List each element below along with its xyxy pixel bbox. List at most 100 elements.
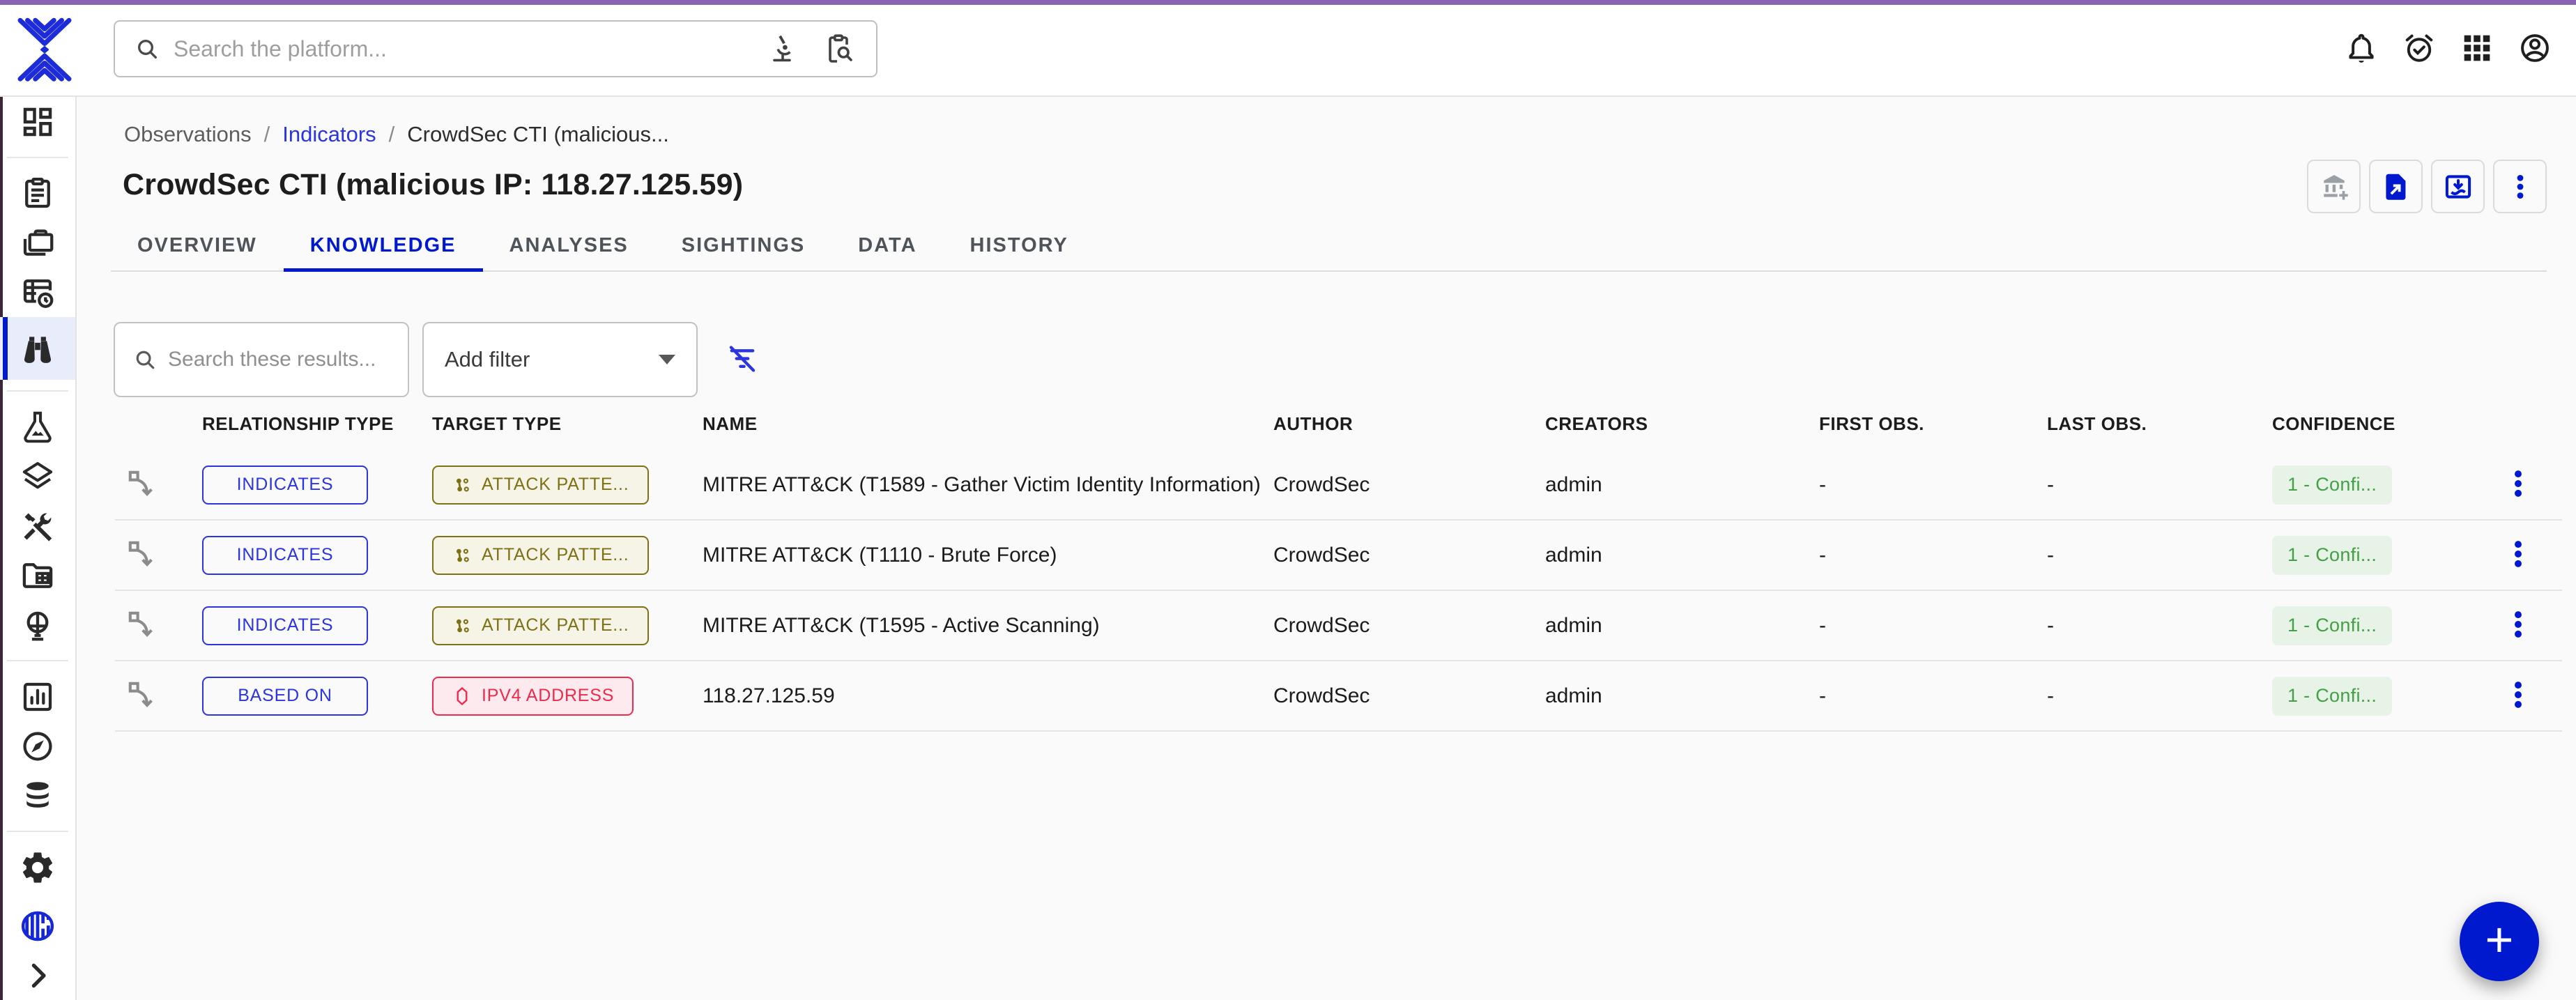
- tab-sightings[interactable]: SIGHTINGS: [655, 220, 832, 270]
- notifications-bell-icon[interactable]: [2344, 31, 2379, 66]
- row-last-obs: -: [2047, 544, 2272, 567]
- relationship-link-icon: [125, 537, 161, 574]
- breadcrumb-observations[interactable]: Observations: [124, 122, 252, 147]
- sidebar-item-data[interactable]: [0, 771, 75, 820]
- attack-pattern-icon: [452, 545, 473, 566]
- create-relationship-fab[interactable]: +: [2460, 902, 2539, 981]
- compass-icon: [19, 728, 56, 765]
- row-first-obs: -: [1819, 684, 2047, 708]
- kebab-menu-icon: [2504, 171, 2536, 203]
- sidebar-item-entities[interactable]: [0, 551, 75, 600]
- sidebar-item-investigations[interactable]: [0, 721, 75, 771]
- sidebar-item-threats[interactable]: [0, 402, 75, 452]
- sidebar-divider: [7, 660, 68, 661]
- row-author: CrowdSec: [1273, 473, 1545, 497]
- triggers-alarm-icon[interactable]: [2402, 31, 2437, 66]
- sidebar-item-settings[interactable]: [0, 843, 75, 892]
- sidebar-item-filigran-logo[interactable]: [0, 901, 75, 951]
- left-sidebar: [0, 97, 77, 1000]
- row-author: CrowdSec: [1273, 544, 1545, 567]
- tab-overview[interactable]: OVERVIEW: [111, 220, 284, 270]
- account-profile-icon[interactable]: [2517, 31, 2552, 66]
- relationship-type-chip: INDICATES: [202, 536, 368, 575]
- results-search-box: [114, 322, 409, 397]
- column-header-target-type[interactable]: TARGET TYPE: [432, 413, 703, 435]
- breadcrumb-current: CrowdSec CTI (malicious...: [407, 122, 669, 147]
- column-header-name[interactable]: NAME: [703, 413, 1273, 435]
- row-creators: admin: [1545, 614, 1819, 638]
- chevron-right-icon: [19, 957, 56, 994]
- sidebar-item-events[interactable]: [0, 268, 75, 317]
- row-name: 118.27.125.59: [703, 684, 1273, 708]
- sidebar-collapse-chevron[interactable]: [0, 951, 75, 1000]
- column-header-first-obs[interactable]: FIRST OBS.: [1819, 413, 2047, 435]
- global-search-input[interactable]: [174, 36, 765, 62]
- add-filter-select[interactable]: Add filter: [422, 322, 698, 397]
- global-search-bar: [114, 20, 877, 77]
- sidebar-item-analyses[interactable]: [0, 169, 75, 218]
- tab-history[interactable]: HISTORY: [944, 220, 1095, 270]
- opencti-logo[interactable]: [15, 17, 74, 82]
- row-first-obs: -: [1819, 614, 2047, 638]
- filter-off-icon: [724, 341, 760, 377]
- sidebar-item-arsenal[interactable]: [0, 452, 75, 501]
- column-header-author[interactable]: AUTHOR: [1273, 413, 1545, 435]
- row-first-obs: -: [1819, 473, 2047, 497]
- breadcrumb-indicators[interactable]: Indicators: [282, 122, 376, 147]
- ipv4-icon: [452, 686, 473, 707]
- confidence-chip: 1 - Confi...: [2272, 466, 2392, 505]
- row-more-options-button[interactable]: [2497, 598, 2539, 654]
- topbar: [0, 0, 2576, 97]
- briefcase-icon: [19, 224, 56, 262]
- globe-icon: [19, 606, 56, 644]
- export-button[interactable]: [2369, 160, 2423, 213]
- folder-table-icon: [19, 557, 56, 594]
- sidebar-item-dashboards[interactable]: [0, 672, 75, 721]
- sidebar-item-locations[interactable]: [0, 600, 75, 649]
- share-organization-button[interactable]: [2307, 160, 2361, 213]
- confidence-chip: 1 - Confi...: [2272, 677, 2392, 716]
- column-header-confidence[interactable]: CONFIDENCE: [2272, 413, 2474, 435]
- tab-data[interactable]: DATA: [831, 220, 943, 270]
- bulk-search-paste-icon[interactable]: [822, 32, 855, 66]
- table-row[interactable]: BASED ON IPV4 ADDRESS 118.27.125.59 Crow…: [115, 661, 2562, 732]
- tab-analyses[interactable]: ANALYSES: [483, 220, 655, 270]
- tools-icon: [19, 507, 56, 545]
- row-last-obs: -: [2047, 614, 2272, 638]
- filigran-ball-icon: [17, 907, 58, 945]
- clear-filters-button[interactable]: [723, 340, 762, 379]
- row-more-options-button[interactable]: [2497, 668, 2539, 724]
- column-header-last-obs[interactable]: LAST OBS.: [2047, 413, 2272, 435]
- more-options-button[interactable]: [2493, 160, 2547, 213]
- relationships-table-body: INDICATES ATTACK PATTE... MITRE ATT&CK (…: [115, 450, 2562, 732]
- results-search-input[interactable]: [168, 348, 437, 371]
- search-icon: [133, 35, 161, 63]
- column-header-relationship-type[interactable]: RELATIONSHIP TYPE: [202, 413, 432, 435]
- file-export-icon: [2380, 171, 2412, 203]
- row-creators: admin: [1545, 544, 1819, 567]
- table-row[interactable]: INDICATES ATTACK PATTE... MITRE ATT&CK (…: [115, 450, 2562, 521]
- breadcrumb: Observations / Indicators / CrowdSec CTI…: [124, 122, 2576, 147]
- search-icon: [132, 346, 158, 373]
- row-author: CrowdSec: [1273, 684, 1545, 708]
- sidebar-item-dashboard[interactable]: [0, 97, 75, 146]
- download-files-button[interactable]: [2431, 160, 2485, 213]
- kebab-menu-icon: [2500, 677, 2536, 713]
- target-type-chip: ATTACK PATTE...: [432, 606, 649, 645]
- add-filter-label: Add filter: [445, 347, 530, 372]
- sidebar-item-cases[interactable]: [0, 218, 75, 268]
- apps-grid-icon[interactable]: [2460, 31, 2494, 66]
- row-more-options-button[interactable]: [2497, 528, 2539, 583]
- table-row[interactable]: INDICATES ATTACK PATTE... MITRE ATT&CK (…: [115, 521, 2562, 591]
- layers-icon: [19, 458, 56, 495]
- confidence-chip: 1 - Confi...: [2272, 606, 2392, 645]
- column-header-creators[interactable]: CREATORS: [1545, 413, 1819, 435]
- relationship-type-chip: INDICATES: [202, 466, 368, 505]
- sidebar-item-techniques[interactable]: [0, 501, 75, 551]
- table-row[interactable]: INDICATES ATTACK PATTE... MITRE ATT&CK (…: [115, 591, 2562, 661]
- advanced-search-microscope-icon[interactable]: [765, 32, 798, 66]
- row-more-options-button[interactable]: [2497, 457, 2539, 513]
- row-creators: admin: [1545, 684, 1819, 708]
- tab-knowledge[interactable]: KNOWLEDGE: [284, 220, 483, 270]
- sidebar-item-observations[interactable]: [0, 317, 75, 380]
